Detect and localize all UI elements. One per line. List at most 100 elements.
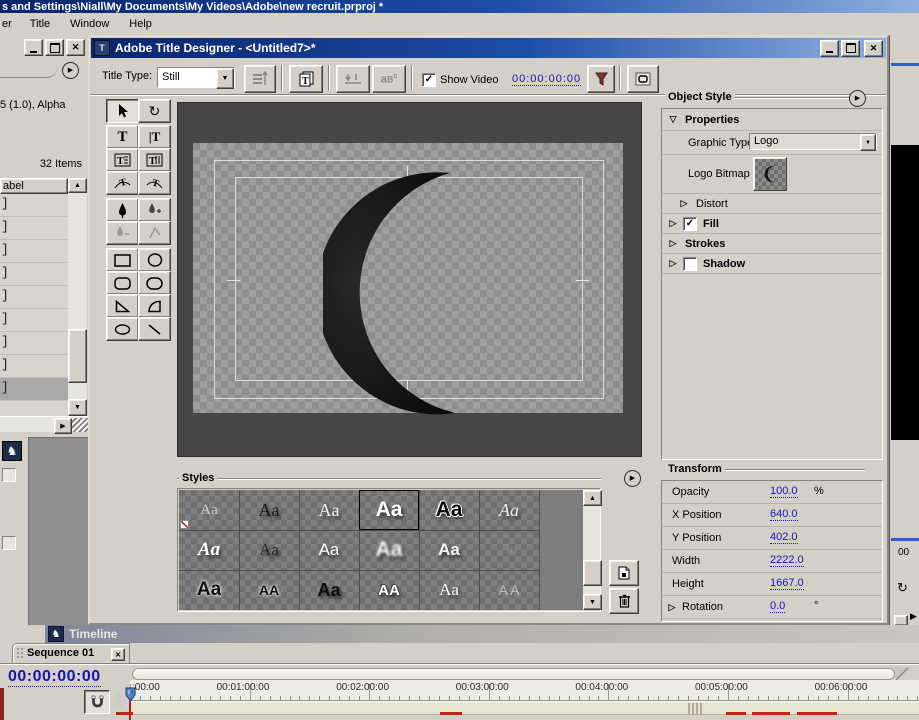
timeline-timecode[interactable]: 00:00:00:00 [8,668,101,687]
maximize-button[interactable] [841,39,860,57]
word-wrap-button[interactable]: aBc [372,65,406,93]
play-icon[interactable]: ▶ [910,611,917,622]
project-row[interactable]: ] [0,355,68,378]
horizontal-area-type-tool[interactable]: T [106,148,139,172]
timeline-titlebar[interactable]: ♞ Timeline [45,625,919,643]
transform-value[interactable]: 1667.0 [770,577,804,590]
add-anchor-point-tool[interactable] [138,198,171,222]
menu-item-marker[interactable]: er [0,16,20,32]
scroll-right-button[interactable]: ▶ [54,418,72,434]
style-swatch[interactable]: Aa [479,490,540,531]
styles-menu-button[interactable]: ▶ [624,470,641,487]
convert-anchor-point-tool[interactable] [138,221,171,245]
dropdown-arrow-button[interactable]: ▼ [216,68,234,89]
snap-button[interactable] [84,690,110,714]
selection-tool[interactable] [106,99,139,123]
arc-tool[interactable] [138,294,171,318]
style-swatch[interactable]: Aa [299,490,360,531]
wedge-tool[interactable] [106,294,139,318]
viewing-area-curl[interactable] [895,667,908,680]
object-style-row-fill[interactable]: ▷ ✓ Fill [662,214,882,234]
object-style-row-logo-bitmap[interactable]: Logo Bitmap [662,155,882,194]
send-frame-button[interactable] [627,65,659,93]
object-style-row-properties[interactable]: ▽ Properties [662,109,882,131]
strip-widget[interactable] [2,468,16,482]
scrollbar-thumb[interactable] [68,329,87,383]
expand-triangle-icon[interactable]: ▷ [667,218,679,229]
vertical-path-type-tool[interactable]: T [138,171,171,195]
style-swatch[interactable]: Aa [419,530,480,571]
crescent-logo-object[interactable] [323,163,463,423]
docked-panel-icon[interactable]: ♞ [2,441,22,461]
object-style-row-shadow[interactable]: ▷ Shadow [662,254,882,274]
transform-value[interactable]: 0.0 [770,600,786,613]
sync-to-timeline-button[interactable] [587,65,615,93]
close-button[interactable]: ✕ [66,39,85,56]
project-row[interactable]: ] [0,194,68,217]
menu-item-window[interactable]: Window [60,16,119,32]
horizontal-scrollbar[interactable]: ▶ [0,416,88,434]
viewing-area-bar[interactable] [132,668,895,680]
style-swatch[interactable]: Aa [179,490,240,531]
strip-widget[interactable] [2,536,16,550]
show-video-checkbox[interactable]: ✓ [422,73,436,87]
maximize-button[interactable] [45,39,64,56]
project-item-list[interactable]: ]]]]]]]]] [0,194,68,416]
transform-value[interactable]: 100.0 [770,485,798,498]
line-tool[interactable] [138,317,171,341]
delete-style-button[interactable] [609,588,639,614]
style-swatch[interactable]: Aa [479,530,540,571]
project-row[interactable]: ] [0,263,68,286]
object-style-row-distort[interactable]: ▷ Distort [662,194,882,214]
panel-menu-button[interactable]: ▶ [62,62,79,79]
style-swatch[interactable]: Aa [179,530,240,571]
project-row[interactable]: ] [0,240,68,263]
clipped-corner-rectangle-tool[interactable] [138,271,171,295]
project-row[interactable]: ] [0,378,68,401]
designer-timecode[interactable]: 00:00:00:00 [512,73,582,86]
transform-value[interactable]: 402.0 [770,531,798,544]
new-style-button[interactable] [609,560,639,586]
project-row[interactable]: ] [0,332,68,355]
vertical-type-tool[interactable]: |T [138,125,171,149]
object-style-menu-button[interactable]: ▶ [849,90,866,107]
title-type-dropdown[interactable]: Still ▼ [157,67,235,89]
style-swatch[interactable]: Aa [299,570,360,610]
style-swatch[interactable]: Aa [179,570,240,610]
style-swatch[interactable]: Aa [299,530,360,571]
project-row[interactable]: ] [0,309,68,332]
style-swatch[interactable]: Aa [359,530,420,571]
fill-checkbox[interactable]: ✓ [683,216,697,231]
horizontal-type-tool[interactable]: T [106,125,139,149]
style-swatch[interactable]: Aa [239,490,300,531]
ellipse-tool[interactable] [138,248,171,272]
object-style-row-strokes[interactable]: ▷ Strokes [662,234,882,254]
scroll-up-button[interactable]: ▲ [68,178,87,193]
style-swatch[interactable]: Aa [419,490,480,531]
minimize-button[interactable] [24,39,43,56]
style-swatch[interactable]: Aa [359,490,420,531]
close-tab-button[interactable]: ✕ [111,648,125,661]
styles-scrollbar[interactable]: ▲ ▼ [583,490,602,610]
menu-item-help[interactable]: Help [119,16,162,32]
pen-tool[interactable] [106,198,139,222]
shadow-checkbox[interactable] [683,256,697,271]
rectangle-tool[interactable] [106,248,139,272]
style-swatch[interactable]: AA [239,570,300,610]
timeline-ruler[interactable]: :00:00 00:01:00:00 00:02:00:00 00:03:00:00 0… [130,680,919,701]
project-row[interactable] [0,401,68,416]
object-style-row-graphic-type[interactable]: Graphic Type Logo ▼ [662,131,882,155]
chevron-down-icon[interactable]: ▼ [860,134,876,151]
style-swatch[interactable]: AA [359,570,420,610]
minimize-button[interactable] [820,39,839,57]
close-button[interactable]: ✕ [864,39,883,57]
rotation-tool[interactable]: ↻ [138,99,171,123]
expand-triangle-icon[interactable]: ▷ [678,198,690,209]
templates-button[interactable]: T [289,65,323,93]
work-area-handle[interactable] [688,703,702,714]
style-swatch[interactable]: A A [479,570,540,610]
graphic-type-dropdown[interactable]: Logo ▼ [749,133,877,151]
designer-titlebar[interactable]: T Adobe Title Designer - <Untitled7>* ✕ [91,38,886,58]
title-canvas[interactable] [177,102,642,457]
expand-triangle-icon[interactable]: ▷ [666,602,678,613]
